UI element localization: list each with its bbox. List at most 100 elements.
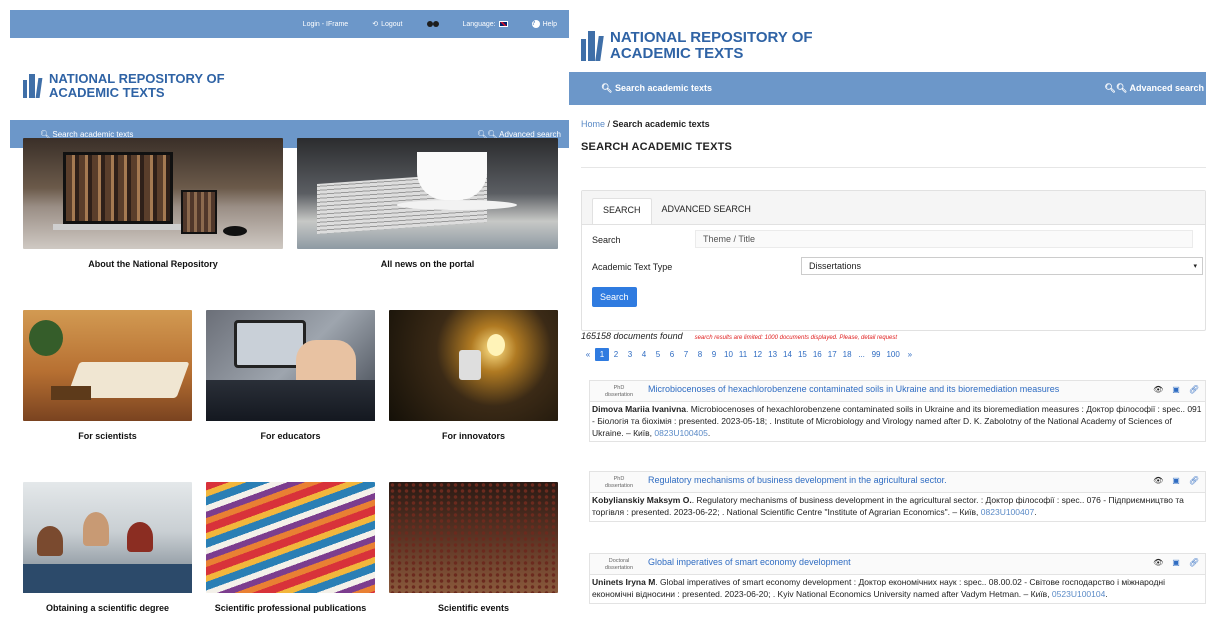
chevron-down-icon: ▾ <box>1193 263 1197 270</box>
result-title-link[interactable]: Regulatory mechanisms of business develo… <box>648 474 1145 487</box>
pager-page[interactable]: 4 <box>637 348 651 361</box>
pager-page[interactable]: 17 <box>825 348 840 361</box>
eye-icon[interactable]: 👁︎ <box>1153 385 1163 394</box>
tile-events[interactable]: Scientific events <box>389 482 558 613</box>
result-code-link[interactable]: 0523U100104 <box>1052 589 1105 599</box>
login-link[interactable]: Login - IFrame <box>303 21 349 28</box>
pager-page[interactable]: 5 <box>651 348 665 361</box>
card-icon[interactable]: ▣ <box>1172 476 1180 485</box>
pager-page[interactable]: 7 <box>679 348 693 361</box>
pager-page[interactable]: 11 <box>736 348 750 361</box>
pager-page[interactable]: 9 <box>707 348 721 361</box>
pager-page[interactable]: 99 <box>869 348 884 361</box>
eye-icon[interactable]: 👁︎ <box>1153 476 1163 485</box>
pager-next[interactable]: » <box>903 348 917 361</box>
link-icon[interactable]: 🔗︎ <box>1189 558 1199 567</box>
result-tail: . <box>707 427 711 438</box>
pager-page[interactable]: 1 <box>595 348 609 361</box>
tile-image-lightbulb <box>389 310 558 421</box>
pager-page[interactable]: 18 <box>840 348 855 361</box>
tile-caption: Obtaining a scientific degree <box>45 603 170 613</box>
text-type-select[interactable]: Dissertations ▾ <box>801 257 1203 275</box>
tile-image-newspapers-coffee <box>297 138 558 249</box>
pager-page[interactable]: 6 <box>665 348 679 361</box>
result-title-link[interactable]: Global imperatives of smart economy deve… <box>648 556 1145 569</box>
books-logo-icon <box>581 31 604 61</box>
logo-line-2: ACADEMIC TEXTS <box>610 45 744 62</box>
link-icon[interactable]: 🔗︎ <box>1189 476 1199 485</box>
tile-image-open-book <box>23 310 192 421</box>
eye-icon[interactable]: 👁︎ <box>1153 558 1163 567</box>
site-logo[interactable]: NATIONAL REPOSITORY OF ACADEMIC TEXTS <box>10 38 569 120</box>
search-button[interactable]: Search <box>592 287 637 307</box>
search-nav-bar: 🔍︎ Search academic texts 🔍︎🔍︎ Advanced s… <box>569 72 1206 105</box>
tile-caption: Scientific events <box>437 603 510 613</box>
card-icon[interactable]: ▣ <box>1172 385 1180 394</box>
tile-caption: All news on the portal <box>380 259 475 269</box>
result-description: Kobylianskiy Maksym O.. Regulatory mecha… <box>590 493 1205 521</box>
pager-page[interactable]: 15 <box>795 348 810 361</box>
result-item: PhD dissertation Regulatory mechanisms of… <box>589 471 1206 522</box>
tile-scientists[interactable]: For scientists <box>23 310 192 441</box>
tile-about[interactable]: About the National Repository <box>23 138 283 269</box>
pager-prev[interactable]: « <box>581 348 595 361</box>
breadcrumb-separator: / <box>605 119 613 129</box>
tile-publications[interactable]: Scientific professional publications <box>206 482 375 613</box>
help-link[interactable]: ? Help <box>531 20 557 28</box>
tile-image-magazines <box>206 482 375 593</box>
pager-page[interactable]: 2 <box>609 348 623 361</box>
tile-caption: Scientific professional publications <box>214 603 367 613</box>
pager-page[interactable]: 12 <box>750 348 765 361</box>
tile-educators[interactable]: For educators <box>206 310 375 441</box>
advanced-search-link[interactable]: 🔍︎🔍︎ Advanced search <box>1104 83 1204 94</box>
tile-caption: For scientists <box>78 431 137 441</box>
search-input[interactable]: Theme / Title <box>695 230 1193 248</box>
breadcrumb-home[interactable]: Home <box>581 119 605 129</box>
pager-page[interactable]: 10 <box>721 348 736 361</box>
search-form: SEARCH ADVANCED SEARCH Search Theme / Ti… <box>581 190 1206 331</box>
binoculars-icon[interactable] <box>426 20 439 28</box>
tile-image-laptop-library <box>23 138 283 249</box>
logo-line-1: NATIONAL REPOSITORY OF <box>49 71 225 87</box>
pager-page[interactable]: 14 <box>780 348 795 361</box>
pager-page[interactable]: 16 <box>810 348 825 361</box>
tab-search[interactable]: SEARCH <box>592 198 652 224</box>
logout-link[interactable]: ⟲ Logout <box>372 20 403 29</box>
result-type-badge: PhD dissertation <box>596 476 642 490</box>
result-author: Uninets Iryna M <box>592 576 656 587</box>
result-code-link[interactable]: 0823U100407 <box>981 507 1034 517</box>
help-icon: ? <box>531 20 540 28</box>
tab-advanced-search[interactable]: ADVANCED SEARCH <box>652 198 761 224</box>
logo-line-2: ACADEMIC TEXTS <box>49 85 165 100</box>
language-selector[interactable]: Language: <box>463 21 508 28</box>
result-type-line-1: PhD <box>613 385 625 391</box>
tile-innovators[interactable]: For innovators <box>389 310 558 441</box>
card-icon[interactable]: ▣ <box>1172 558 1180 567</box>
pager-page[interactable]: 3 <box>623 348 637 361</box>
result-title-link[interactable]: Microbiocenoses of hexachlorobenzene con… <box>648 383 1145 396</box>
result-author: Kobylianskiy Maksym O. <box>592 494 692 505</box>
result-type-badge: Doctoral dissertation <box>596 558 642 572</box>
tile-image-students-group <box>23 482 192 593</box>
pager-page[interactable]: 8 <box>693 348 707 361</box>
result-code-link[interactable]: 0823U100405 <box>654 428 707 438</box>
language-label: Language: <box>462 20 496 28</box>
search-texts-link[interactable]: 🔍︎ Search academic texts <box>601 83 712 94</box>
logout-label: Logout <box>381 20 403 28</box>
search-page-panel: NATIONAL REPOSITORY OF ACADEMIC TEXTS 🔍︎… <box>569 0 1206 617</box>
site-logo[interactable]: NATIONAL REPOSITORY OF ACADEMIC TEXTS <box>569 0 1206 72</box>
pager-page[interactable]: 13 <box>765 348 780 361</box>
results-count: 165158 documents found search results are… <box>569 331 897 341</box>
pagination: «1 2 3 4 5 6 7 8 9 10 11 12 13 14 15 16 17 18... 99 100» <box>581 348 917 361</box>
text-type-label: Academic Text Type <box>592 262 673 272</box>
books-logo-icon <box>23 74 43 98</box>
result-item: Doctoral dissertation Global imperatives … <box>589 553 1206 604</box>
link-icon[interactable]: 🔗︎ <box>1189 385 1199 394</box>
pager-page[interactable]: 100 <box>883 348 902 361</box>
result-type-line-1: Doctoral <box>608 558 630 564</box>
tile-degree[interactable]: Obtaining a scientific degree <box>23 482 192 613</box>
tile-image-phone-lecture <box>206 310 375 421</box>
result-type-line-1: PhD <box>613 476 625 482</box>
results-limit-warning: search results are limited: 1000 documen… <box>694 335 898 341</box>
tile-news[interactable]: All news on the portal <box>297 138 558 269</box>
